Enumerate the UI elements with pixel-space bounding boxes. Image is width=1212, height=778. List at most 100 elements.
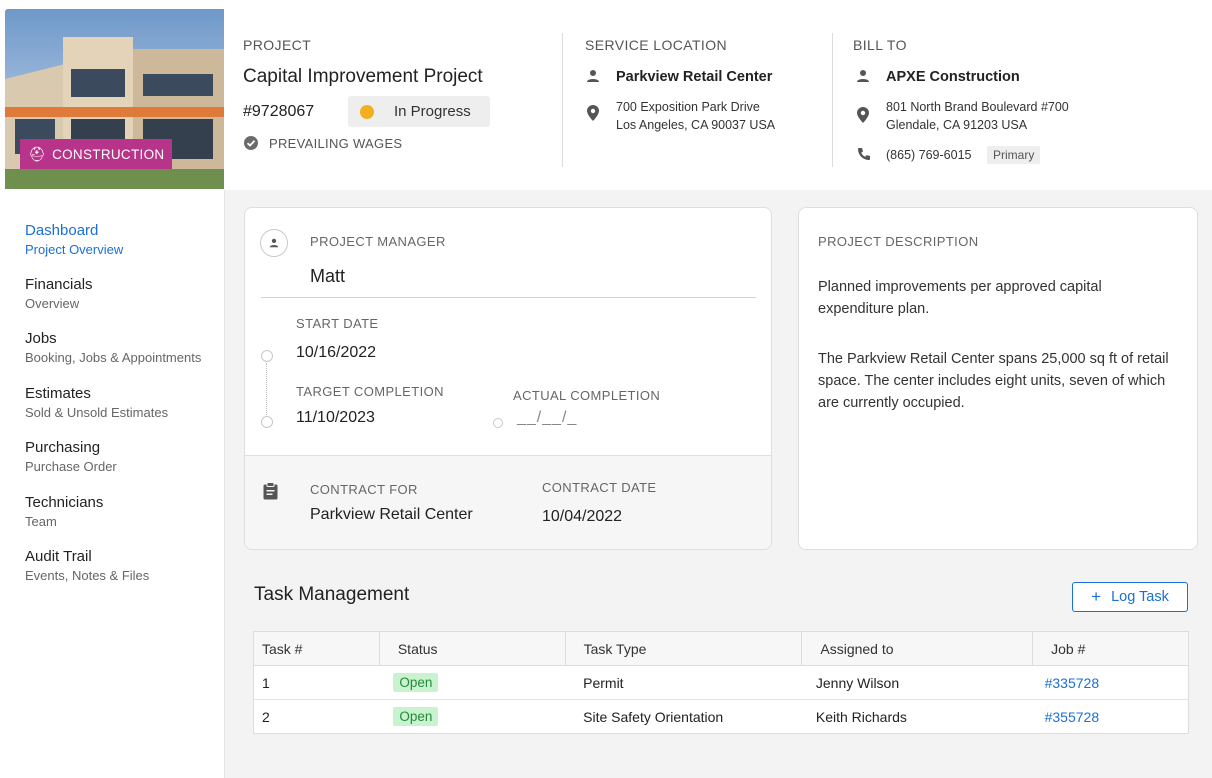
sidebar-item-sub: Overview	[25, 296, 80, 311]
bill-to-phone[interactable]: (865) 769-6015	[886, 146, 971, 164]
sidebar-item-title: Jobs	[25, 330, 57, 347]
table-row[interactable]: 1 Open Permit Jenny Wilson #335728	[253, 665, 1189, 700]
project-title: Capital Improvement Project	[243, 66, 483, 87]
column-header-task-num[interactable]: Task #	[253, 631, 380, 666]
status-cell: Open	[379, 699, 566, 734]
plus-icon: +	[1091, 587, 1102, 606]
sidebar-item-title: Purchasing	[25, 439, 101, 456]
contract-date-label: CONTRACT DATE	[542, 480, 657, 495]
project-label: PROJECT	[243, 37, 312, 53]
sidebar-item-purchasing[interactable]: Purchasing Purchase Order	[25, 439, 117, 474]
status-pill: In Progress	[348, 96, 490, 127]
sidebar-item-sub: Purchase Order	[25, 459, 117, 474]
sidebar-item-sub: Booking, Jobs & Appointments	[25, 350, 202, 365]
task-table: Task # Status Task Type Assigned to Job …	[253, 631, 1189, 734]
service-address-line1: 700 Exposition Park Drive	[616, 100, 760, 114]
project-number: #9728067	[243, 103, 315, 120]
log-task-label: Log Task	[1111, 589, 1169, 605]
status-dot	[360, 104, 374, 119]
target-completion-value: 11/10/2023	[296, 409, 375, 426]
sidebar-item-title: Audit Trail	[25, 548, 92, 565]
bill-address-line1: 801 North Brand Boulevard #700	[886, 100, 1069, 114]
column-header-job-num[interactable]: Job #	[1032, 631, 1189, 666]
start-date-value: 10/16/2022	[296, 344, 377, 361]
status-tag-open: Open	[393, 673, 439, 692]
location-pin-icon	[857, 107, 869, 123]
service-location-label: SERVICE LOCATION	[585, 37, 728, 53]
check-circle-icon	[244, 136, 258, 150]
actual-completion-value: __/__/_	[517, 409, 578, 426]
overview-card: PROJECT MANAGER Matt START DATE 10/16/20…	[244, 207, 772, 550]
sidebar-item-sub: Events, Notes & Files	[25, 568, 150, 583]
task-num-cell: 2	[253, 699, 380, 734]
table-header-row: Task # Status Task Type Assigned to Job …	[253, 631, 1189, 666]
sidebar-item-sub: Sold & Unsold Estimates	[25, 405, 169, 420]
person-icon	[857, 70, 869, 82]
job-link[interactable]: #335728	[1045, 675, 1100, 691]
service-address-line2: Los Angeles, CA 90037 USA	[616, 118, 776, 132]
bill-to-address: 801 North Brand Boulevard #700 Glendale,…	[886, 98, 1069, 134]
sidebar-item-dashboard[interactable]: Dashboard Project Overview	[25, 222, 123, 257]
target-completion-label: TARGET COMPLETION	[296, 384, 444, 399]
contract-for-value: Parkview Retail Center	[310, 506, 473, 523]
prevailing-label: PREVAILING WAGES	[269, 135, 403, 151]
sidebar-item-sub: Project Overview	[25, 242, 124, 257]
service-location-address: 700 Exposition Park Drive Los Angeles, C…	[616, 98, 775, 134]
task-type-cell: Site Safety Orientation	[565, 699, 802, 734]
timeline-line	[266, 363, 267, 415]
manager-divider	[261, 297, 756, 298]
sidebar-divider	[224, 190, 225, 778]
sidebar-item-sub: Team	[25, 514, 57, 529]
log-task-button[interactable]: + Log Task	[1072, 582, 1188, 612]
job-link[interactable]: #355728	[1045, 709, 1100, 725]
bill-to-label: BILL TO	[853, 37, 907, 53]
location-pin-icon	[587, 105, 599, 121]
assigned-cell: Jenny Wilson	[801, 665, 1033, 700]
sidebar-item-financials[interactable]: Financials Overview	[25, 276, 93, 311]
column-header-task-type[interactable]: Task Type	[564, 631, 803, 666]
sidebar-item-title: Estimates	[25, 385, 91, 402]
manager-avatar	[260, 229, 288, 257]
phone-primary-tag: Primary	[987, 146, 1041, 164]
status-cell: Open	[379, 665, 566, 700]
bill-to-name: APXE Construction	[886, 69, 1020, 85]
project-image: ⛑ CONSTRUCTION	[5, 9, 224, 189]
person-icon	[587, 70, 599, 82]
phone-icon	[858, 148, 870, 160]
job-num-cell: #355728	[1032, 699, 1189, 734]
status-tag-open: Open	[393, 707, 439, 726]
contract-date-value: 10/04/2022	[542, 508, 623, 525]
category-badge: ⛑ CONSTRUCTION	[20, 139, 173, 169]
sidebar-item-jobs[interactable]: Jobs Booking, Jobs & Appointments	[25, 330, 201, 365]
sidebar-item-title: Dashboard	[25, 222, 99, 239]
start-date-label: START DATE	[296, 316, 379, 331]
description-para-1: Planned improvements per approved capita…	[818, 279, 1102, 317]
job-num-cell: #335728	[1032, 665, 1189, 700]
column-header-status[interactable]: Status	[378, 631, 566, 666]
header-divider	[562, 33, 563, 167]
category-badge-label: CONSTRUCTION	[52, 146, 165, 162]
bill-address-line2: Glendale, CA 91203 USA	[886, 118, 1028, 132]
clipboard-icon	[263, 482, 278, 500]
prevailing-wages: PREVAILING WAGES	[243, 135, 402, 151]
sidebar-item-estimates[interactable]: Estimates Sold & Unsold Estimates	[25, 385, 168, 420]
header-divider	[832, 33, 833, 167]
task-num-cell: 1	[253, 665, 380, 700]
target-timeline-dot	[261, 416, 273, 428]
contract-for-label: CONTRACT FOR	[310, 482, 418, 497]
table-row[interactable]: 2 Open Site Safety Orientation Keith Ric…	[253, 699, 1189, 734]
task-type-cell: Permit	[565, 665, 802, 700]
description-para-2: The Parkview Retail Center spans 25,000 …	[818, 351, 1169, 411]
assigned-cell: Keith Richards	[801, 699, 1033, 734]
task-management-title: Task Management	[254, 584, 410, 605]
sidebar-item-technicians[interactable]: Technicians Team	[25, 494, 103, 529]
service-location-name: Parkview Retail Center	[616, 69, 773, 85]
actual-timeline-dot	[493, 418, 503, 428]
column-header-assigned-to[interactable]: Assigned to	[801, 631, 1034, 666]
sidebar-item-title: Financials	[25, 276, 93, 293]
person-icon	[269, 238, 279, 248]
description-card: PROJECT DESCRIPTION Planned improvements…	[798, 207, 1198, 550]
start-timeline-dot	[261, 350, 273, 362]
status-label: In Progress	[394, 103, 471, 120]
sidebar-item-audit-trail[interactable]: Audit Trail Events, Notes & Files	[25, 548, 149, 583]
